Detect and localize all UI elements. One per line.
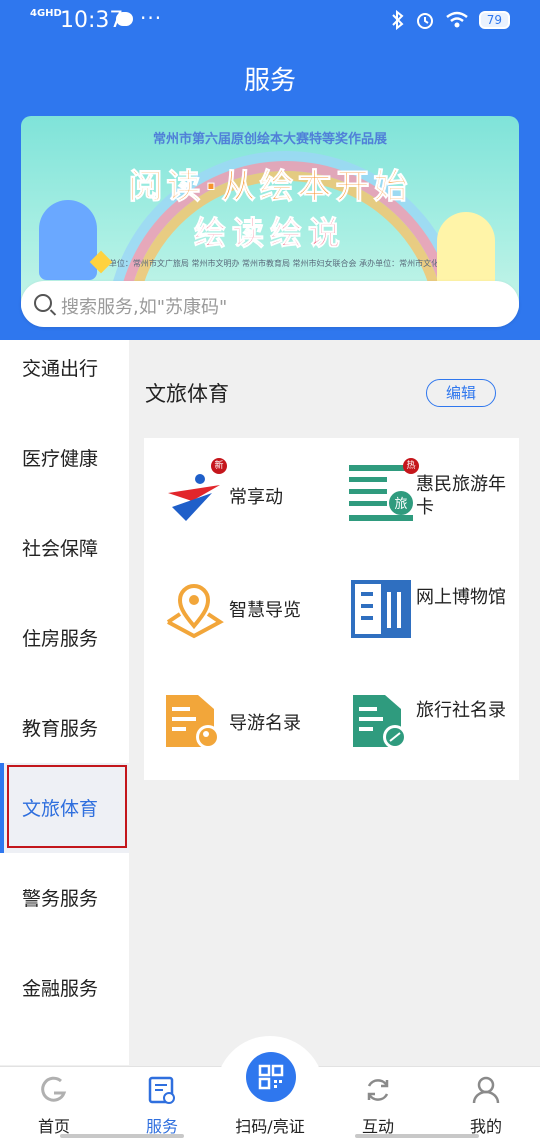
search-input[interactable]: 搜索服务,如"苏康码" bbox=[21, 281, 519, 327]
service-tile-online-museum[interactable]: 网上博物馆 bbox=[331, 551, 518, 664]
banner-top-text: 常州市第六届原创绘本大赛特等奖作品展 bbox=[152, 132, 387, 147]
battery-indicator: 79 bbox=[478, 11, 510, 29]
service-tile-changxiangdong[interactable]: 新 常享动 bbox=[144, 438, 331, 551]
sidebar-item-label: 社会保障 bbox=[22, 538, 99, 560]
alarm-icon bbox=[416, 13, 433, 29]
nav-indicator-right bbox=[355, 1134, 479, 1138]
travel-card-icon: 旅 bbox=[349, 465, 413, 521]
guide-folder-icon bbox=[166, 695, 220, 749]
sidebar-item-label: 金融服务 bbox=[22, 978, 99, 1000]
sidebar-item-medical[interactable]: 医疗健康 bbox=[0, 413, 129, 503]
tab-interact[interactable]: 互动 bbox=[324, 1067, 432, 1141]
new-badge: 新 bbox=[211, 458, 227, 474]
sidebar-item-finance[interactable]: 金融服务 bbox=[0, 943, 129, 1033]
service-tile-tour-guide-list[interactable]: 导游名录 bbox=[144, 664, 331, 777]
service-tile-label: 网上博物馆 bbox=[416, 587, 506, 608]
status-time: 10:37 bbox=[60, 8, 124, 33]
category-sidebar: 交通出行 医疗健康 社会保障 住房服务 教育服务 文旅体育 警务服务 金融服务 bbox=[0, 340, 129, 1065]
nav-indicator-left bbox=[60, 1134, 184, 1138]
scan-button[interactable] bbox=[246, 1052, 296, 1102]
hot-badge: 热 bbox=[403, 458, 419, 474]
page-title: 服务 bbox=[243, 66, 296, 96]
sidebar-item-label: 医疗健康 bbox=[22, 448, 99, 470]
sidebar-item-label: 文旅体育 bbox=[22, 798, 99, 820]
edit-button[interactable]: 编辑 bbox=[426, 379, 496, 407]
sidebar-item-transport[interactable]: 交通出行 bbox=[0, 340, 129, 413]
active-indicator bbox=[0, 763, 4, 853]
more-dots-icon: ··· bbox=[140, 6, 163, 30]
section-title: 文旅体育 bbox=[145, 382, 229, 406]
sidebar-item-label: 交通出行 bbox=[22, 358, 99, 380]
service-tile-travel-agency-list[interactable]: 旅行社名录 bbox=[331, 664, 518, 777]
map-pin-icon bbox=[166, 584, 224, 639]
museum-building-icon bbox=[351, 580, 411, 638]
home-logo-icon bbox=[41, 1076, 67, 1102]
tab-label: 扫码/亮证 bbox=[235, 1117, 305, 1136]
svg-text:旅: 旅 bbox=[394, 497, 407, 512]
sidebar-item-label: 警务服务 bbox=[22, 888, 99, 910]
search-placeholder: 搜索服务,如"苏康码" bbox=[61, 297, 228, 318]
service-doc-icon bbox=[148, 1076, 175, 1104]
service-tile-travel-card[interactable]: 旅 热 惠民旅游年卡 bbox=[331, 438, 518, 551]
cartoon-girl-left-illustration bbox=[39, 200, 97, 280]
tab-mine[interactable]: 我的 bbox=[432, 1067, 540, 1141]
qr-scan-icon bbox=[258, 1064, 284, 1090]
sidebar-item-label: 教育服务 bbox=[22, 718, 99, 740]
user-icon bbox=[472, 1076, 500, 1104]
tab-home[interactable]: 首页 bbox=[0, 1067, 108, 1141]
tab-service[interactable]: 服务 bbox=[108, 1067, 216, 1141]
service-tile-label: 旅行社名录 bbox=[416, 700, 506, 721]
agency-folder-icon bbox=[353, 695, 407, 749]
bluetooth-icon bbox=[392, 10, 404, 30]
search-icon bbox=[34, 294, 52, 312]
service-tile-label: 常享动 bbox=[229, 487, 283, 508]
sidebar-item-education[interactable]: 教育服务 bbox=[0, 683, 129, 773]
chat-icon bbox=[116, 12, 133, 26]
status-bar: 4GHD 10:37 ··· 79 bbox=[0, 0, 540, 42]
service-grid: 新 常享动 旅 热 惠民旅游年卡 智慧导览 网上博物馆 导游名录 旅行社名录 bbox=[144, 438, 519, 780]
sidebar-item-police[interactable]: 警务服务 bbox=[0, 853, 129, 943]
banner-headline: 阅读·从绘本开始 bbox=[128, 167, 412, 208]
sidebar-item-label: 住房服务 bbox=[22, 628, 99, 650]
service-tile-smart-guide[interactable]: 智慧导览 bbox=[144, 551, 331, 664]
sidebar-item-social-security[interactable]: 社会保障 bbox=[0, 503, 129, 593]
sidebar-item-culture-sports[interactable]: 文旅体育 bbox=[0, 763, 129, 853]
service-tile-label: 惠民旅游年卡 bbox=[416, 474, 506, 518]
service-tile-label: 智慧导览 bbox=[229, 600, 301, 621]
network-indicator: 4GHD bbox=[30, 8, 62, 19]
service-tile-label: 导游名录 bbox=[229, 713, 301, 734]
sidebar-item-housing[interactable]: 住房服务 bbox=[0, 593, 129, 683]
refresh-icon bbox=[367, 1079, 389, 1101]
wifi-icon bbox=[445, 11, 468, 28]
